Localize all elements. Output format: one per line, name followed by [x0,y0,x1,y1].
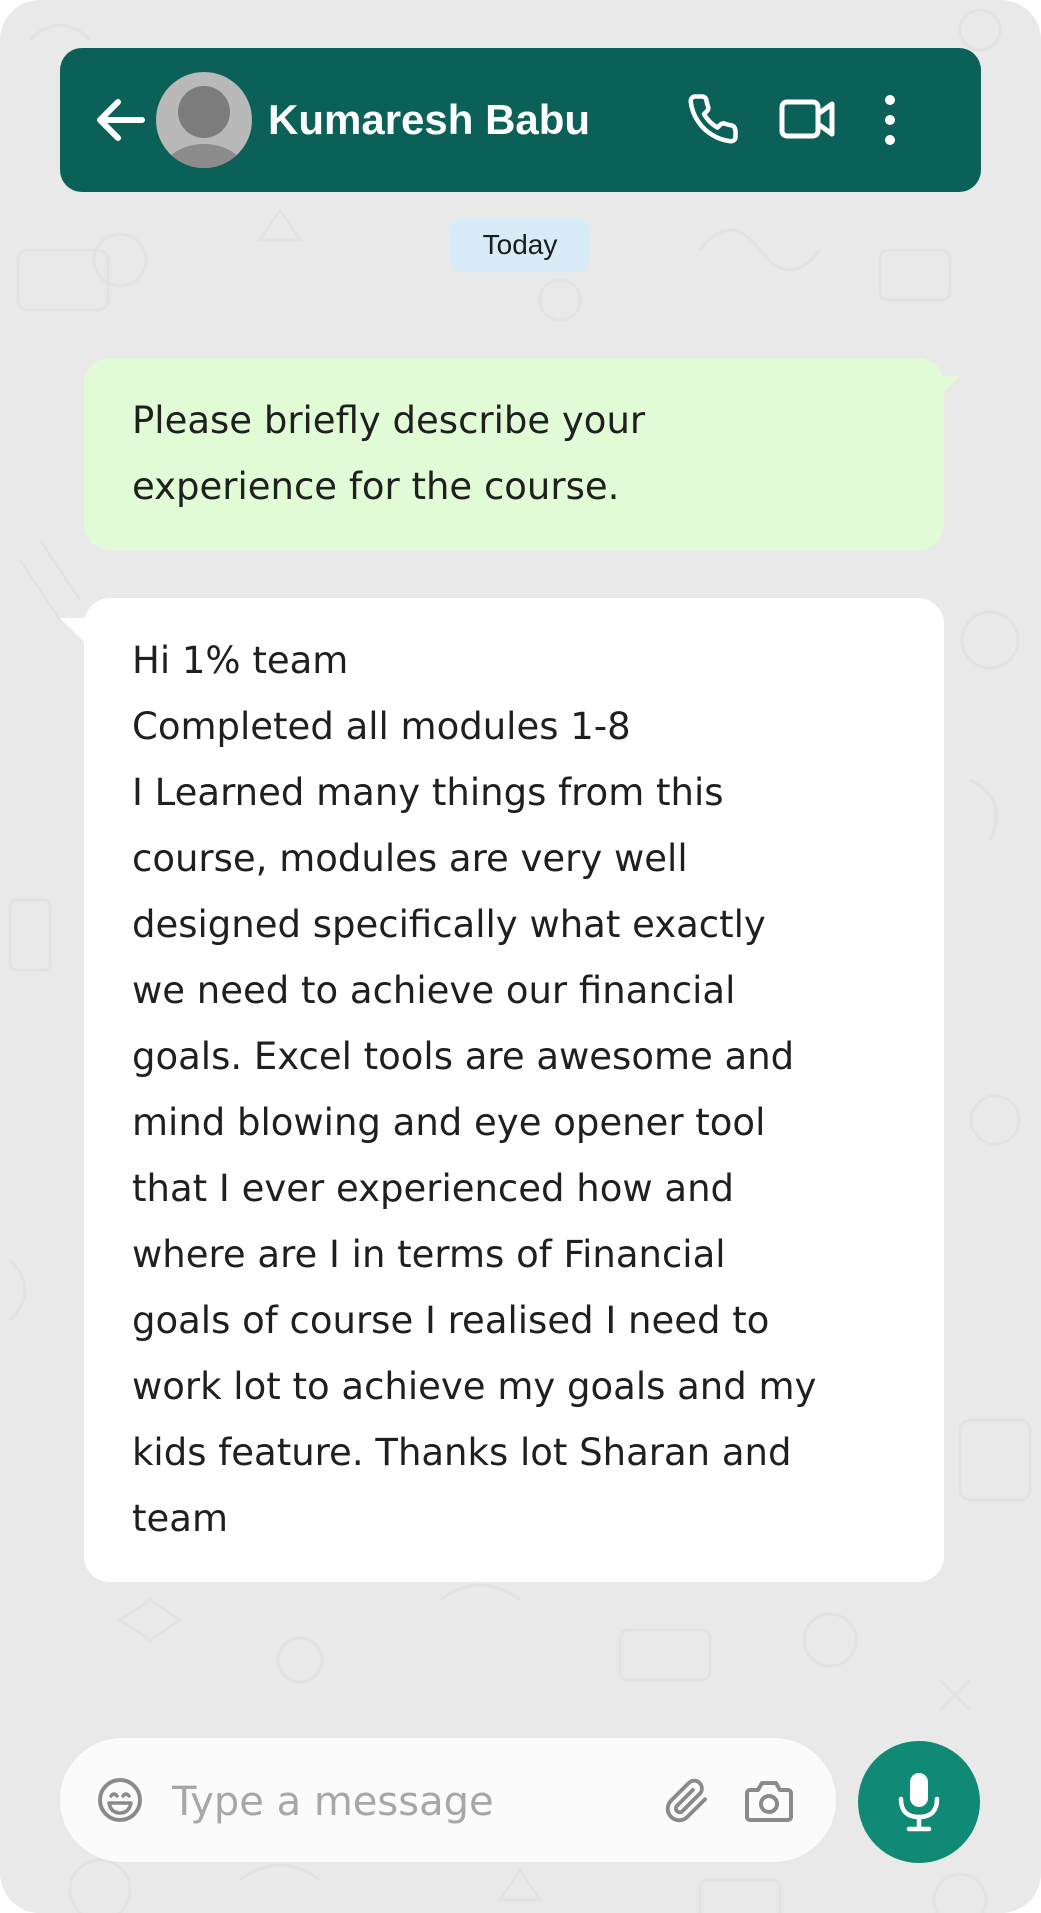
bubble-tail [60,618,88,646]
avatar[interactable] [156,72,252,168]
message-input[interactable] [170,1766,694,1838]
call-button[interactable] [686,92,740,150]
incoming-message-bubble[interactable]: Hi 1% team Completed all modules 1-8 I L… [60,598,944,1582]
attach-button[interactable] [664,1776,710,1830]
arrow-left-icon [97,99,145,141]
message-composer [60,1738,836,1862]
message-text: Please briefly describe your experience … [132,399,646,508]
microphone-icon [898,1773,940,1832]
avatar-head [178,86,230,138]
more-vertical-icon [885,95,895,145]
video-call-button[interactable] [778,92,836,150]
voice-record-button[interactable] [858,1741,980,1863]
chat-screen: Kumaresh Babu Today Please briefly descr… [0,0,1041,1913]
emoji-icon [98,1778,142,1822]
outgoing-message-bubble[interactable]: Please briefly describe your experience … [84,358,960,550]
emoji-button[interactable] [96,1776,144,1828]
more-options-button[interactable] [880,92,900,152]
date-separator: Today [450,218,590,272]
back-button[interactable] [94,98,146,142]
camera-button[interactable] [744,1778,794,1828]
bubble-tail [932,376,960,404]
message-text: Hi 1% team Completed all modules 1-8 I L… [132,639,817,1540]
contact-name[interactable]: Kumaresh Babu [268,94,590,146]
phone-icon [688,94,738,144]
camera-icon [745,1781,793,1822]
chat-header: Kumaresh Babu [60,48,981,192]
avatar-shoulders [162,144,246,168]
paperclip-icon [665,1778,707,1823]
video-camera-icon [779,99,835,139]
